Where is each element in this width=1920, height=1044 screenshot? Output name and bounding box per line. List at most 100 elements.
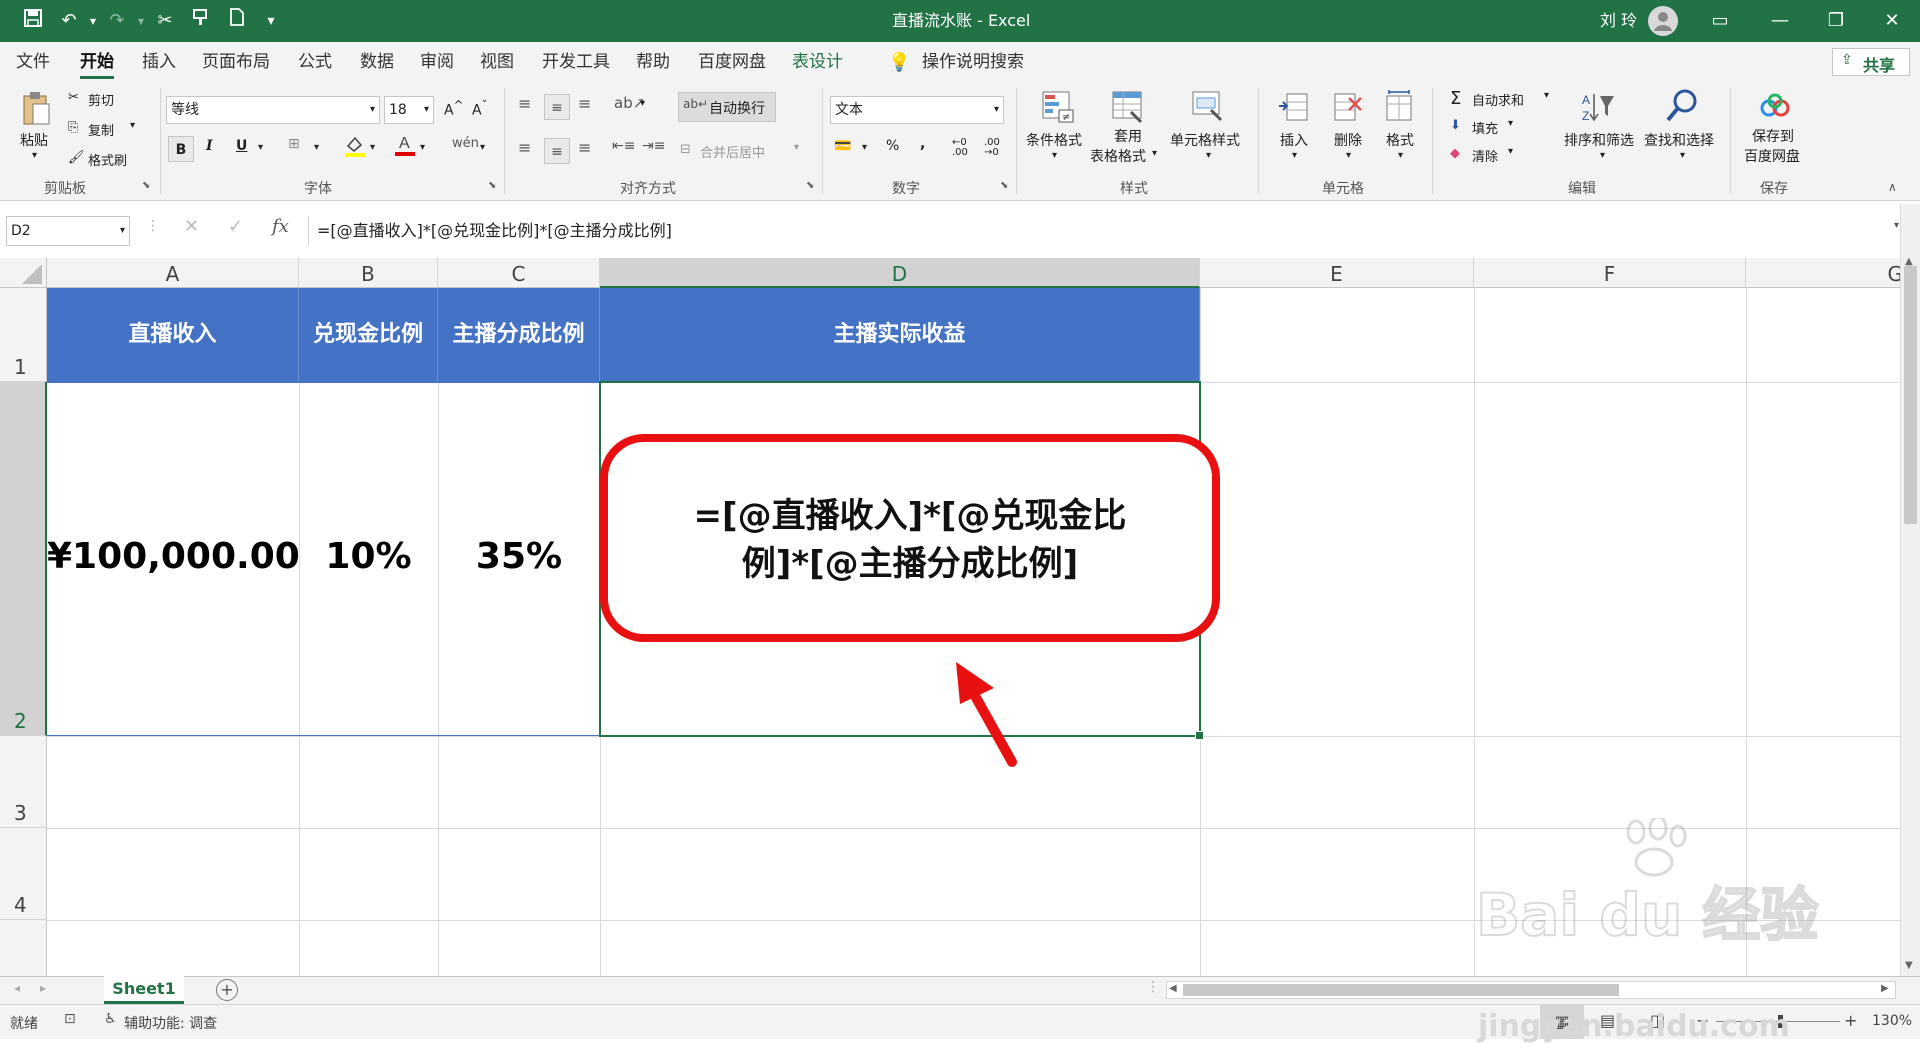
- table-header-cell[interactable]: 主播分成比例: [438, 288, 600, 382]
- tab-review[interactable]: 审阅: [420, 42, 454, 82]
- fill-handle[interactable]: [1195, 731, 1204, 740]
- format-as-table-icon[interactable]: [1110, 90, 1146, 126]
- vertical-scroll-thumb[interactable]: [1904, 266, 1917, 524]
- column-header-a[interactable]: A: [47, 258, 299, 288]
- clear-dropdown-icon[interactable]: ▾: [1508, 146, 1513, 157]
- phonetic-icon[interactable]: wén: [452, 136, 479, 151]
- autosum-button[interactable]: 自动求和: [1472, 90, 1524, 109]
- cell-a2[interactable]: ¥100,000.00: [47, 536, 300, 577]
- align-bottom-icon[interactable]: ≡: [578, 94, 591, 113]
- vertical-scrollbar[interactable]: ▲ ▼: [1900, 204, 1920, 976]
- row-header-1[interactable]: 1: [0, 288, 47, 382]
- tab-view[interactable]: 视图: [480, 42, 514, 82]
- align-right-icon[interactable]: ≡: [578, 138, 591, 157]
- decrease-decimal-icon[interactable]: .00 →0: [984, 138, 1000, 158]
- format-as-table-button[interactable]: 表格格式: [1090, 146, 1146, 166]
- conditional-format-button[interactable]: 条件格式: [1026, 130, 1082, 150]
- cut-button[interactable]: 剪切: [88, 90, 114, 109]
- add-sheet-icon[interactable]: +: [216, 979, 238, 1001]
- sort-filter-icon[interactable]: AZ: [1580, 90, 1616, 126]
- sort-dropdown-icon[interactable]: ▾: [1600, 150, 1605, 161]
- ribbon-display-icon[interactable]: ▭: [1692, 0, 1748, 42]
- share-button[interactable]: ⇪ 共享: [1832, 48, 1910, 76]
- align-center-icon[interactable]: ≡: [544, 138, 570, 164]
- collapse-ribbon-icon[interactable]: ∧: [1888, 180, 1897, 194]
- zoom-level[interactable]: 130%: [1872, 1013, 1912, 1029]
- table-header-cell[interactable]: 主播实际收益: [600, 288, 1200, 382]
- format-painter-icon[interactable]: [188, 8, 214, 34]
- customize-qat-icon[interactable]: ▾: [258, 8, 284, 34]
- clear-button[interactable]: 清除: [1472, 146, 1498, 165]
- tab-table-design[interactable]: 表设计: [792, 42, 843, 82]
- paste-dropdown-icon[interactable]: ▾: [32, 150, 37, 161]
- scroll-left-icon[interactable]: ◀: [1169, 983, 1177, 994]
- eraser-icon[interactable]: ◆: [1450, 146, 1460, 161]
- redo-dropdown-icon[interactable]: ▾: [128, 8, 154, 34]
- macro-record-icon[interactable]: ⊡: [64, 1011, 76, 1027]
- undo-icon[interactable]: ↶: [56, 8, 82, 34]
- save-icon[interactable]: [20, 8, 46, 34]
- number-launcher-icon[interactable]: ⬊: [1000, 180, 1008, 191]
- shrink-font-icon[interactable]: Aˇ: [472, 98, 487, 119]
- align-top-icon[interactable]: ≡: [518, 94, 531, 113]
- accounting-format-icon[interactable]: 💳: [834, 138, 851, 154]
- brush-icon[interactable]: 🖌: [68, 150, 85, 165]
- save-netdisk-button[interactable]: 百度网盘: [1744, 146, 1800, 166]
- borders-icon[interactable]: ⊞: [288, 136, 300, 152]
- tab-baidu-netdisk[interactable]: 百度网盘: [698, 42, 766, 82]
- avatar[interactable]: [1648, 6, 1678, 36]
- restore-icon[interactable]: ❐: [1808, 0, 1864, 42]
- cell-b2[interactable]: 10%: [299, 536, 438, 577]
- format-painter-button[interactable]: 格式刷: [88, 150, 127, 169]
- font-color-icon[interactable]: A: [394, 132, 416, 162]
- conditional-dropdown-icon[interactable]: ▾: [1052, 150, 1057, 161]
- cell-c2[interactable]: 35%: [438, 536, 600, 577]
- paste-icon[interactable]: [20, 90, 52, 130]
- format-dropdown-icon[interactable]: ▾: [1398, 150, 1403, 161]
- prev-sheet-icon[interactable]: ◂: [14, 981, 20, 995]
- row-header-3[interactable]: 3: [0, 736, 47, 828]
- sort-filter-button[interactable]: 排序和筛选: [1564, 130, 1634, 150]
- next-sheet-icon[interactable]: ▸: [40, 981, 46, 995]
- font-name-select[interactable]: 等线 ▾: [166, 96, 380, 124]
- insert-cells-button[interactable]: 插入: [1280, 130, 1308, 150]
- fill-color-dropdown-icon[interactable]: ▾: [370, 142, 375, 153]
- undo-dropdown-icon[interactable]: ▾: [80, 8, 106, 34]
- insert-cells-icon[interactable]: [1276, 90, 1310, 126]
- italic-button[interactable]: I: [206, 138, 213, 154]
- column-header-c[interactable]: C: [438, 258, 600, 288]
- wrap-text-button[interactable]: ab↵ 自动换行: [678, 92, 776, 122]
- clipboard-launcher-icon[interactable]: ⬊: [142, 180, 150, 191]
- new-document-icon[interactable]: [224, 8, 250, 34]
- redo-icon[interactable]: ↷: [104, 8, 130, 34]
- cell-styles-button[interactable]: 单元格样式: [1170, 130, 1240, 150]
- decrease-indent-icon[interactable]: ⇤≡: [612, 138, 635, 154]
- orientation-dropdown-icon[interactable]: ▾: [640, 98, 645, 109]
- tab-home[interactable]: 开始: [80, 42, 114, 79]
- paste-button[interactable]: 粘贴: [20, 130, 48, 150]
- tab-insert[interactable]: 插入: [142, 42, 176, 82]
- merge-dropdown-icon[interactable]: ▾: [794, 142, 799, 153]
- merge-center-button[interactable]: 合并后居中: [700, 142, 765, 161]
- underline-dropdown-icon[interactable]: ▾: [258, 142, 263, 153]
- percent-style-button[interactable]: %: [886, 138, 899, 154]
- sheet-tab-sheet1[interactable]: Sheet1: [104, 976, 184, 1004]
- fill-dropdown-icon[interactable]: ▾: [1508, 118, 1513, 129]
- cut-icon[interactable]: ✂: [152, 8, 178, 34]
- tab-help[interactable]: 帮助: [636, 42, 670, 82]
- font-color-dropdown-icon[interactable]: ▾: [420, 142, 425, 153]
- cancel-entry-icon[interactable]: ✕: [184, 216, 199, 237]
- horizontal-scrollbar[interactable]: ◀ ▶: [1166, 981, 1896, 999]
- font-launcher-icon[interactable]: ⬊: [488, 180, 496, 191]
- format-cells-icon[interactable]: [1382, 90, 1416, 126]
- cut-small-icon[interactable]: ✂: [68, 90, 79, 105]
- font-size-select[interactable]: 18 ▾: [384, 96, 434, 124]
- insert-function-icon[interactable]: fx: [272, 216, 289, 237]
- find-select-icon[interactable]: [1664, 88, 1700, 126]
- cell-styles-dropdown-icon[interactable]: ▾: [1206, 150, 1211, 161]
- column-header-b[interactable]: B: [299, 258, 438, 288]
- tell-me-search[interactable]: 操作说明搜索: [922, 42, 1024, 82]
- row-header-5[interactable]: [0, 920, 47, 976]
- phonetic-dropdown-icon[interactable]: ▾: [480, 142, 485, 153]
- accessibility-icon[interactable]: ♿: [104, 1011, 117, 1027]
